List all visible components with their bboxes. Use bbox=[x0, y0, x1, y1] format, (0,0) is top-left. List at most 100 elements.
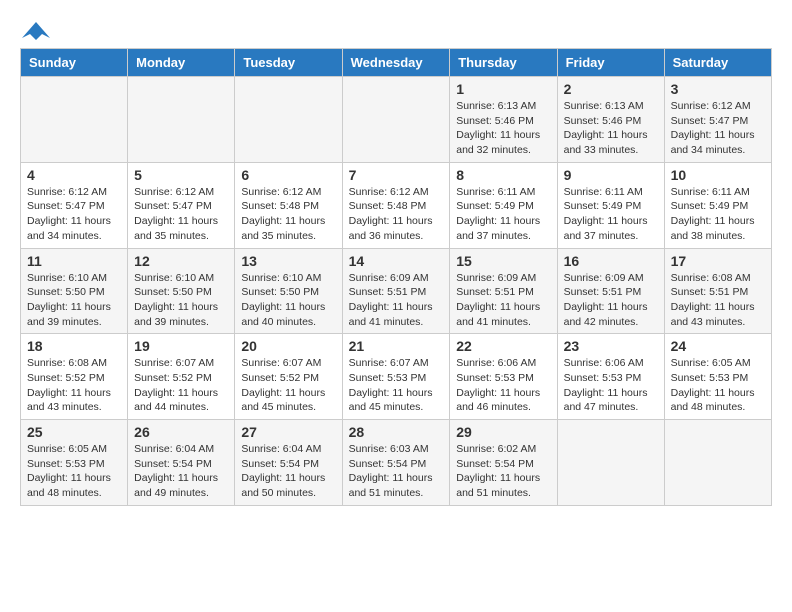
weekday-header-sunday: Sunday bbox=[21, 49, 128, 77]
calendar-cell bbox=[664, 420, 771, 506]
weekday-header-monday: Monday bbox=[128, 49, 235, 77]
calendar-cell: 11 Sunrise: 6:10 AM Sunset: 5:50 PM Dayli… bbox=[21, 248, 128, 334]
day-info: Sunrise: 6:09 AM Sunset: 5:51 PM Dayligh… bbox=[456, 271, 550, 330]
day-number: 7 bbox=[349, 167, 444, 183]
day-info: Sunrise: 6:04 AM Sunset: 5:54 PM Dayligh… bbox=[134, 442, 228, 501]
day-info: Sunrise: 6:13 AM Sunset: 5:46 PM Dayligh… bbox=[456, 99, 550, 158]
calendar-week-row: 18Sunrise: 6:08 AM Sunset: 5:52 PM Dayli… bbox=[21, 334, 772, 420]
weekday-header-tuesday: Tuesday bbox=[235, 49, 342, 77]
day-number: 18 bbox=[27, 338, 121, 354]
day-info: Sunrise: 6:05 AM Sunset: 5:53 PM Dayligh… bbox=[27, 442, 121, 501]
day-number: 17 bbox=[671, 253, 765, 269]
header bbox=[20, 20, 772, 38]
calendar-cell: 15 Sunrise: 6:09 AM Sunset: 5:51 PM Dayli… bbox=[450, 248, 557, 334]
day-number: 5 bbox=[134, 167, 228, 183]
weekday-header-saturday: Saturday bbox=[664, 49, 771, 77]
calendar-cell bbox=[235, 77, 342, 163]
day-number: 25 bbox=[27, 424, 121, 440]
calendar-cell: 23Sunrise: 6:06 AM Sunset: 5:53 PM Dayli… bbox=[557, 334, 664, 420]
calendar-cell: 29 Sunrise: 6:02 AM Sunset: 5:54 PM Dayli… bbox=[450, 420, 557, 506]
day-number: 29 bbox=[456, 424, 550, 440]
day-number: 15 bbox=[456, 253, 550, 269]
day-number: 14 bbox=[349, 253, 444, 269]
calendar-week-row: 11 Sunrise: 6:10 AM Sunset: 5:50 PM Dayli… bbox=[21, 248, 772, 334]
day-number: 28 bbox=[349, 424, 444, 440]
day-info: Sunrise: 6:07 AM Sunset: 5:52 PM Dayligh… bbox=[241, 356, 335, 415]
calendar-cell: 17 Sunrise: 6:08 AM Sunset: 5:51 PM Dayli… bbox=[664, 248, 771, 334]
calendar-cell: 3 Sunrise: 6:12 AM Sunset: 5:47 PM Daylig… bbox=[664, 77, 771, 163]
day-number: 19 bbox=[134, 338, 228, 354]
day-number: 24 bbox=[671, 338, 765, 354]
day-info: Sunrise: 6:02 AM Sunset: 5:54 PM Dayligh… bbox=[456, 442, 550, 501]
day-number: 12 bbox=[134, 253, 228, 269]
calendar-cell: 27 Sunrise: 6:04 AM Sunset: 5:54 PM Dayli… bbox=[235, 420, 342, 506]
day-number: 11 bbox=[27, 253, 121, 269]
calendar-cell: 9 Sunrise: 6:11 AM Sunset: 5:49 PM Daylig… bbox=[557, 162, 664, 248]
day-info: Sunrise: 6:09 AM Sunset: 5:51 PM Dayligh… bbox=[564, 271, 658, 330]
day-info: Sunrise: 6:09 AM Sunset: 5:51 PM Dayligh… bbox=[349, 271, 444, 330]
day-info: Sunrise: 6:13 AM Sunset: 5:46 PM Dayligh… bbox=[564, 99, 658, 158]
calendar-cell: 14 Sunrise: 6:09 AM Sunset: 5:51 PM Dayli… bbox=[342, 248, 450, 334]
weekday-header-friday: Friday bbox=[557, 49, 664, 77]
day-number: 8 bbox=[456, 167, 550, 183]
day-info: Sunrise: 6:12 AM Sunset: 5:47 PM Dayligh… bbox=[134, 185, 228, 244]
day-info: Sunrise: 6:12 AM Sunset: 5:47 PM Dayligh… bbox=[671, 99, 765, 158]
day-info: Sunrise: 6:10 AM Sunset: 5:50 PM Dayligh… bbox=[27, 271, 121, 330]
calendar-cell: 6 Sunrise: 6:12 AM Sunset: 5:48 PM Daylig… bbox=[235, 162, 342, 248]
day-number: 9 bbox=[564, 167, 658, 183]
day-info: Sunrise: 6:04 AM Sunset: 5:54 PM Dayligh… bbox=[241, 442, 335, 501]
day-info: Sunrise: 6:12 AM Sunset: 5:48 PM Dayligh… bbox=[349, 185, 444, 244]
logo-bird-icon bbox=[22, 20, 50, 42]
day-number: 10 bbox=[671, 167, 765, 183]
calendar-cell bbox=[557, 420, 664, 506]
day-info: Sunrise: 6:10 AM Sunset: 5:50 PM Dayligh… bbox=[241, 271, 335, 330]
day-info: Sunrise: 6:11 AM Sunset: 5:49 PM Dayligh… bbox=[456, 185, 550, 244]
calendar-cell: 18Sunrise: 6:08 AM Sunset: 5:52 PM Dayli… bbox=[21, 334, 128, 420]
calendar-cell: 22 Sunrise: 6:06 AM Sunset: 5:53 PM Dayli… bbox=[450, 334, 557, 420]
day-info: Sunrise: 6:12 AM Sunset: 5:48 PM Dayligh… bbox=[241, 185, 335, 244]
calendar-cell: 24Sunrise: 6:05 AM Sunset: 5:53 PM Dayli… bbox=[664, 334, 771, 420]
calendar-cell: 16 Sunrise: 6:09 AM Sunset: 5:51 PM Dayli… bbox=[557, 248, 664, 334]
day-info: Sunrise: 6:11 AM Sunset: 5:49 PM Dayligh… bbox=[671, 185, 765, 244]
weekday-header-thursday: Thursday bbox=[450, 49, 557, 77]
calendar-cell bbox=[21, 77, 128, 163]
day-number: 2 bbox=[564, 81, 658, 97]
calendar-cell: 4Sunrise: 6:12 AM Sunset: 5:47 PM Daylig… bbox=[21, 162, 128, 248]
day-number: 3 bbox=[671, 81, 765, 97]
day-number: 21 bbox=[349, 338, 444, 354]
calendar-cell: 13Sunrise: 6:10 AM Sunset: 5:50 PM Dayli… bbox=[235, 248, 342, 334]
day-info: Sunrise: 6:03 AM Sunset: 5:54 PM Dayligh… bbox=[349, 442, 444, 501]
day-number: 26 bbox=[134, 424, 228, 440]
calendar-cell: 1 Sunrise: 6:13 AM Sunset: 5:46 PM Daylig… bbox=[450, 77, 557, 163]
day-info: Sunrise: 6:06 AM Sunset: 5:53 PM Dayligh… bbox=[456, 356, 550, 415]
day-info: Sunrise: 6:12 AM Sunset: 5:47 PM Dayligh… bbox=[27, 185, 121, 244]
day-info: Sunrise: 6:07 AM Sunset: 5:52 PM Dayligh… bbox=[134, 356, 228, 415]
calendar-table: SundayMondayTuesdayWednesdayThursdayFrid… bbox=[20, 48, 772, 506]
calendar-cell: 10 Sunrise: 6:11 AM Sunset: 5:49 PM Dayli… bbox=[664, 162, 771, 248]
calendar-cell: 21Sunrise: 6:07 AM Sunset: 5:53 PM Dayli… bbox=[342, 334, 450, 420]
day-number: 1 bbox=[456, 81, 550, 97]
day-info: Sunrise: 6:06 AM Sunset: 5:53 PM Dayligh… bbox=[564, 356, 658, 415]
calendar-cell: 7 Sunrise: 6:12 AM Sunset: 5:48 PM Daylig… bbox=[342, 162, 450, 248]
calendar-cell: 28 Sunrise: 6:03 AM Sunset: 5:54 PM Dayli… bbox=[342, 420, 450, 506]
calendar-cell bbox=[342, 77, 450, 163]
calendar-cell bbox=[128, 77, 235, 163]
calendar-cell: 26 Sunrise: 6:04 AM Sunset: 5:54 PM Dayli… bbox=[128, 420, 235, 506]
calendar-cell: 12 Sunrise: 6:10 AM Sunset: 5:50 PM Dayli… bbox=[128, 248, 235, 334]
day-info: Sunrise: 6:08 AM Sunset: 5:51 PM Dayligh… bbox=[671, 271, 765, 330]
calendar-cell: 25 Sunrise: 6:05 AM Sunset: 5:53 PM Dayli… bbox=[21, 420, 128, 506]
day-number: 20 bbox=[241, 338, 335, 354]
day-number: 16 bbox=[564, 253, 658, 269]
calendar-cell: 2 Sunrise: 6:13 AM Sunset: 5:46 PM Daylig… bbox=[557, 77, 664, 163]
day-number: 27 bbox=[241, 424, 335, 440]
day-info: Sunrise: 6:10 AM Sunset: 5:50 PM Dayligh… bbox=[134, 271, 228, 330]
logo bbox=[20, 20, 50, 38]
weekday-header-wednesday: Wednesday bbox=[342, 49, 450, 77]
calendar-week-row: 4Sunrise: 6:12 AM Sunset: 5:47 PM Daylig… bbox=[21, 162, 772, 248]
calendar-week-row: 1 Sunrise: 6:13 AM Sunset: 5:46 PM Daylig… bbox=[21, 77, 772, 163]
calendar-week-row: 25 Sunrise: 6:05 AM Sunset: 5:53 PM Dayli… bbox=[21, 420, 772, 506]
calendar-cell: 19 Sunrise: 6:07 AM Sunset: 5:52 PM Dayli… bbox=[128, 334, 235, 420]
day-number: 6 bbox=[241, 167, 335, 183]
day-number: 22 bbox=[456, 338, 550, 354]
day-info: Sunrise: 6:11 AM Sunset: 5:49 PM Dayligh… bbox=[564, 185, 658, 244]
